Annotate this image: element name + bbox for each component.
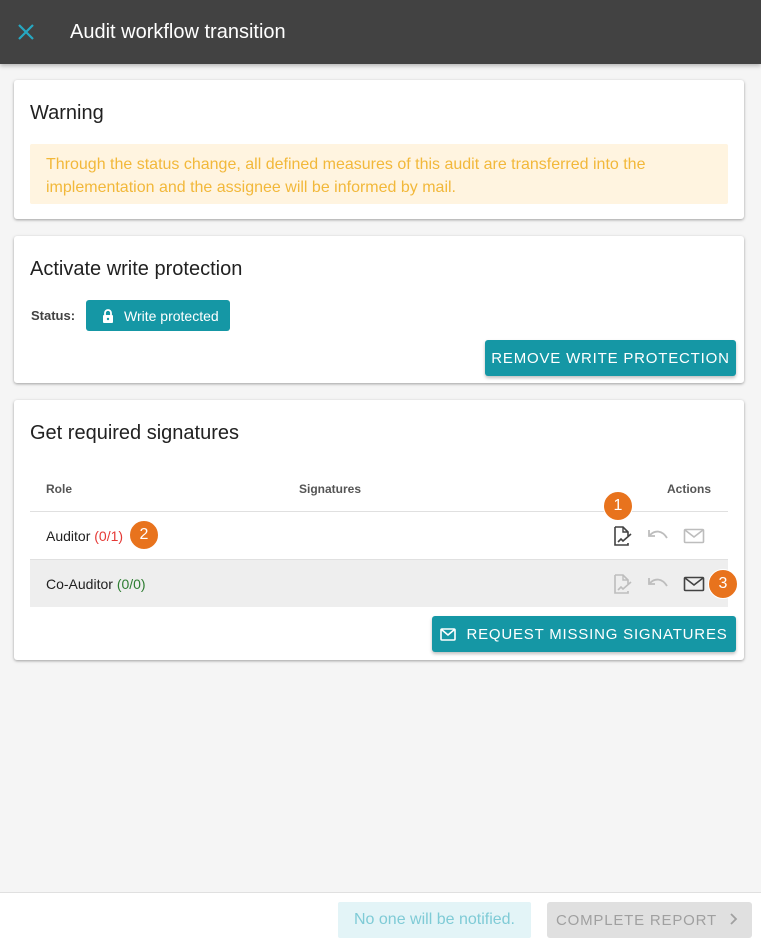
signature-count: (0/0) (116, 576, 146, 592)
mail-icon[interactable] (682, 524, 706, 548)
footer-bar: No one will be notified. COMPLETE REPORT (0, 892, 761, 942)
undo-icon[interactable] (646, 524, 670, 548)
close-icon[interactable] (14, 20, 38, 44)
table-row: Co-Auditor (0/0) (30, 559, 728, 607)
undo-icon[interactable] (646, 572, 670, 596)
column-header-actions: Actions (667, 482, 712, 496)
signature-count: (0/1) (94, 528, 124, 544)
write-protection-card: Activate write protection Status: Write … (14, 236, 744, 383)
request-button-label: REQUEST MISSING SIGNATURES (466, 625, 728, 643)
column-header-signatures: Signatures (299, 482, 362, 496)
chevron-right-icon (730, 913, 738, 925)
annotation-badge-1: 1 (603, 491, 633, 521)
annotation-badge-2: 2 (129, 520, 159, 550)
lock-icon (103, 308, 113, 323)
role-label: Co-Auditor (0/0) (46, 576, 146, 592)
signatures-card: Get required signatures Role Signatures … (14, 400, 744, 660)
page-title: Audit workflow transition (70, 21, 286, 43)
notify-status: No one will be notified. (338, 902, 531, 938)
sign-icon[interactable] (610, 524, 634, 548)
status-badge: Write protected (86, 300, 230, 331)
warning-title: Warning (30, 102, 104, 124)
sign-icon[interactable] (610, 572, 634, 596)
warning-message: Through the status change, all defined m… (30, 144, 728, 204)
role-name: Auditor (46, 528, 91, 544)
request-missing-signatures-button[interactable]: REQUEST MISSING SIGNATURES (432, 616, 736, 652)
mail-icon[interactable] (682, 572, 706, 596)
mail-icon (440, 627, 457, 641)
remove-write-protection-button[interactable]: REMOVE WRITE PROTECTION (485, 340, 736, 376)
warning-card: Warning Through the status change, all d… (14, 80, 744, 219)
status-label: Status: (31, 308, 76, 323)
app-header: Audit workflow transition (0, 0, 761, 64)
complete-button-label: COMPLETE REPORT (556, 911, 717, 929)
annotation-badge-3: 3 (708, 569, 738, 599)
role-label: Auditor (0/1) (46, 528, 123, 544)
role-name: Co-Auditor (46, 576, 113, 592)
complete-report-button[interactable]: COMPLETE REPORT (547, 902, 752, 938)
column-header-role: Role (46, 482, 73, 496)
status-badge-label: Write protected (124, 307, 219, 324)
write-protection-title: Activate write protection (30, 258, 243, 280)
signatures-title: Get required signatures (30, 422, 240, 444)
